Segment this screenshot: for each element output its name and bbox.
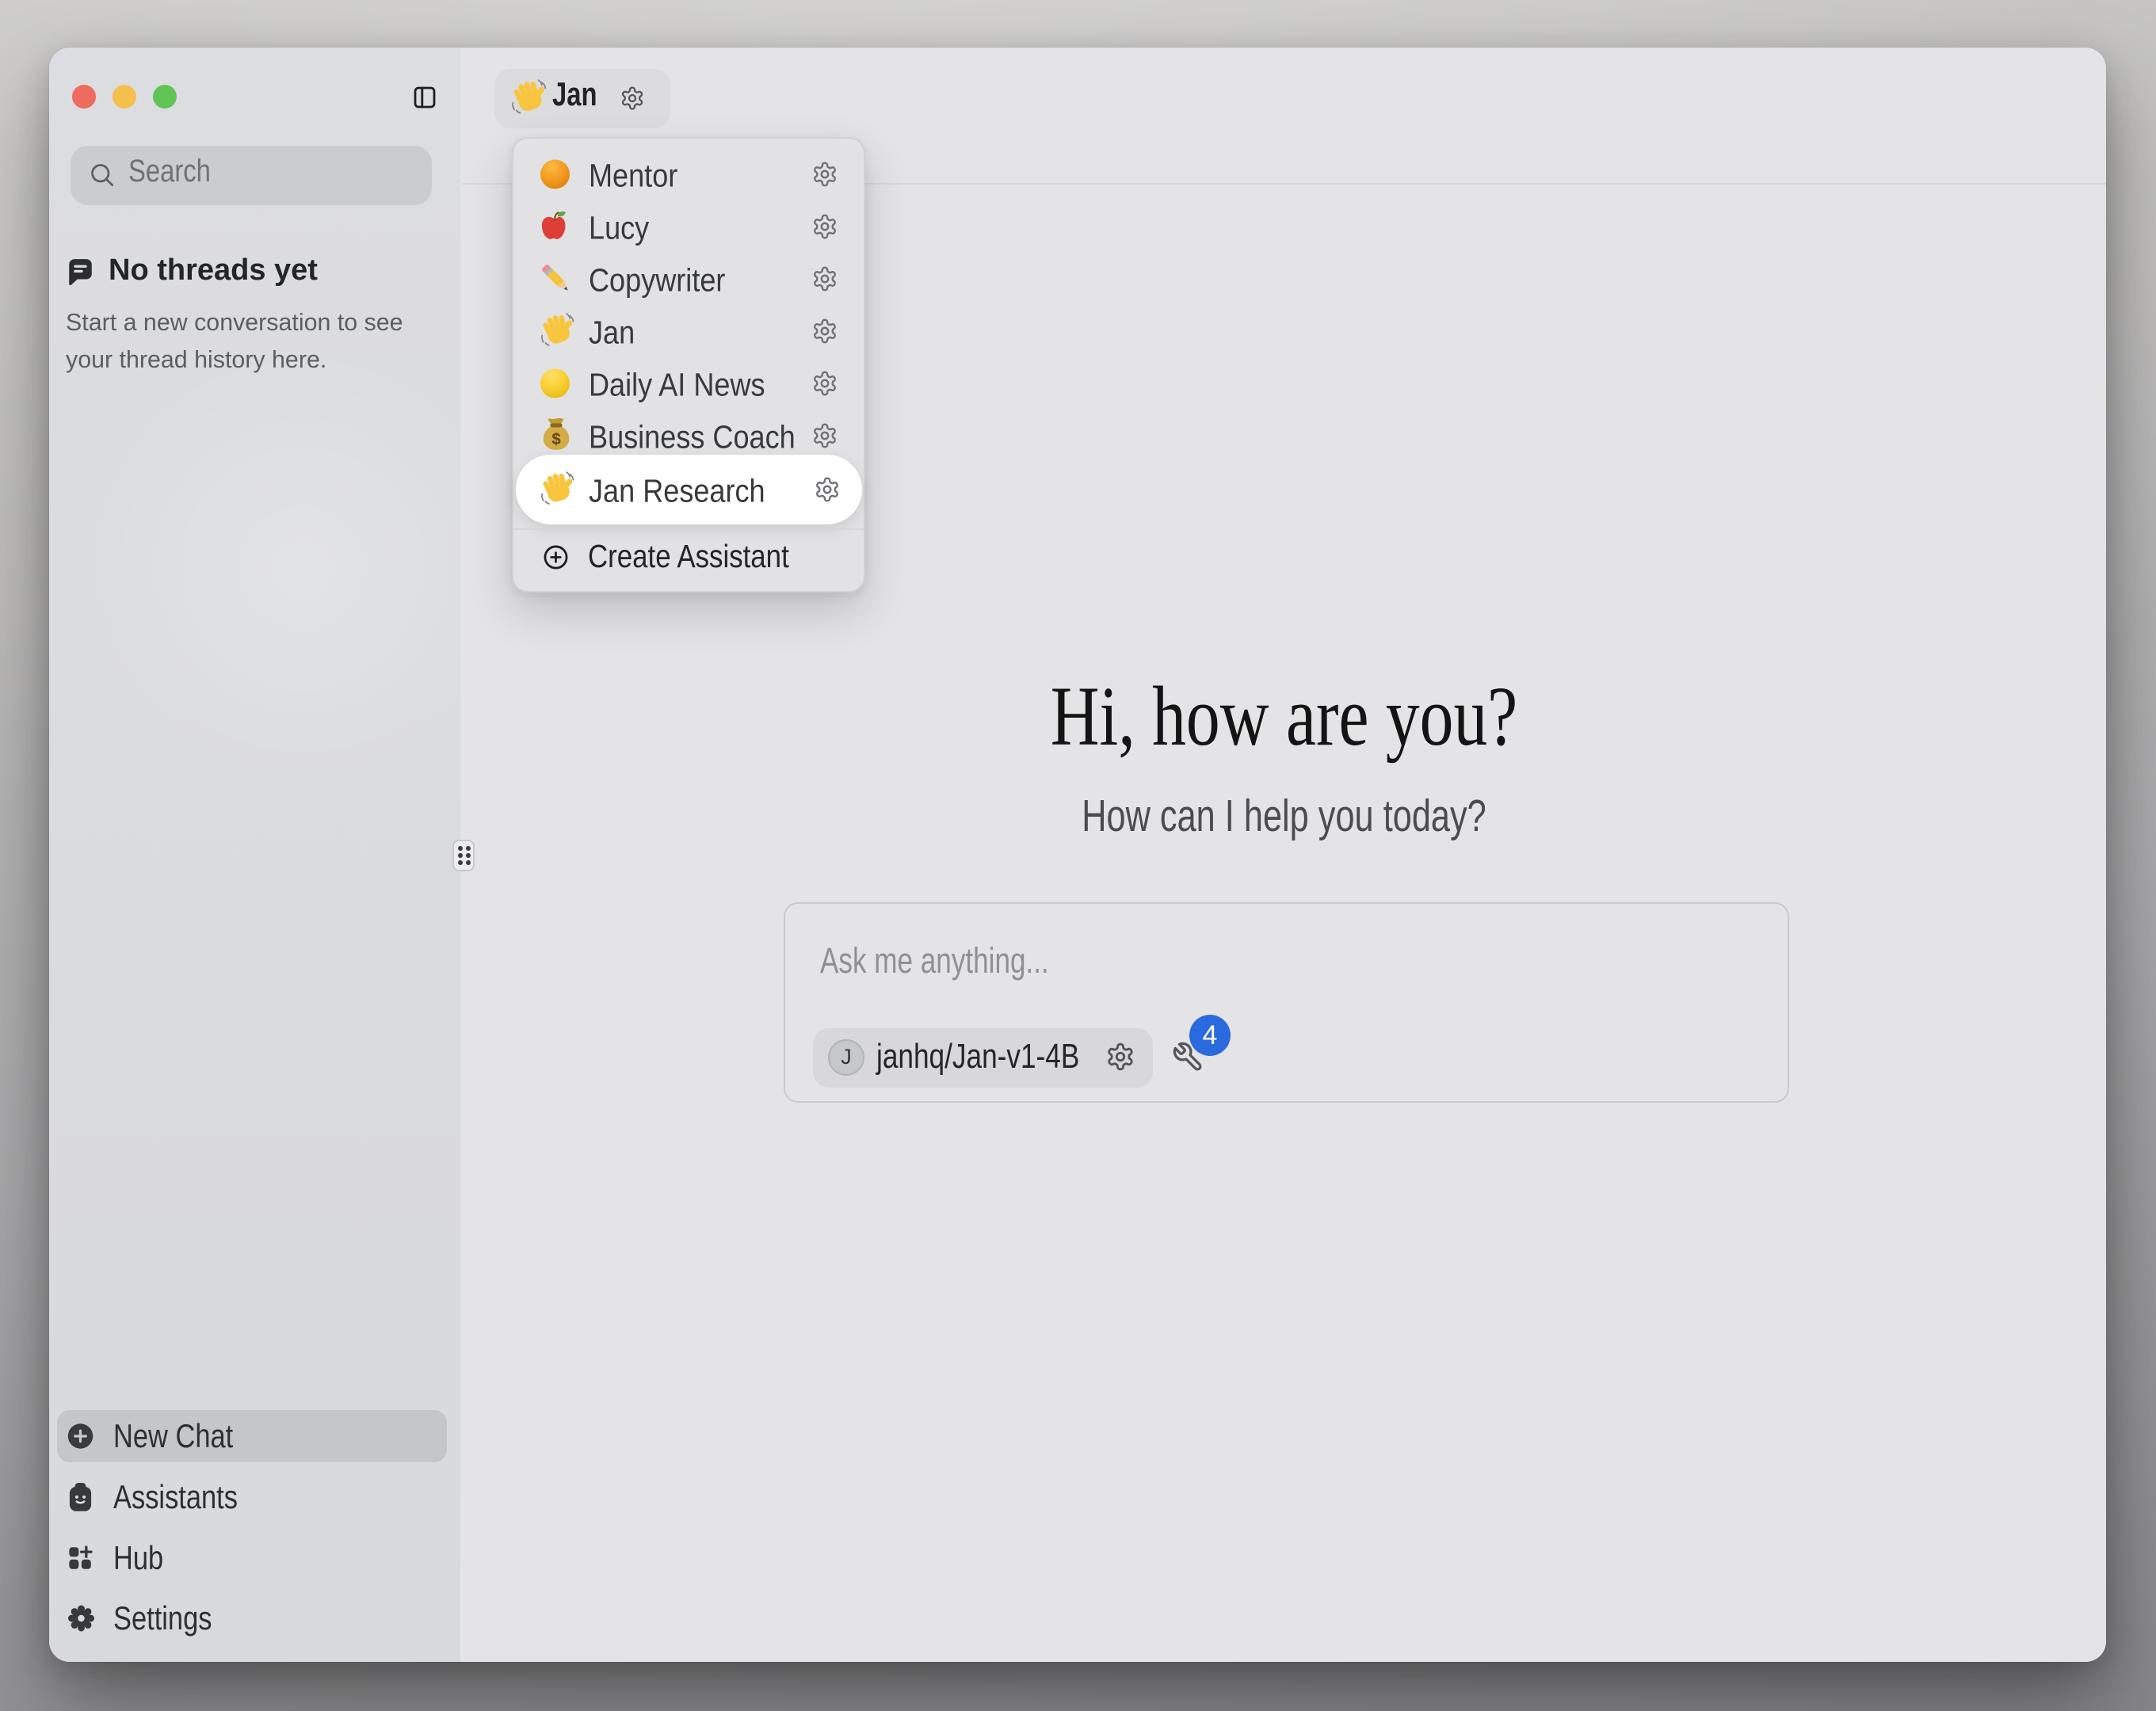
- svg-text:$: $: [551, 430, 561, 448]
